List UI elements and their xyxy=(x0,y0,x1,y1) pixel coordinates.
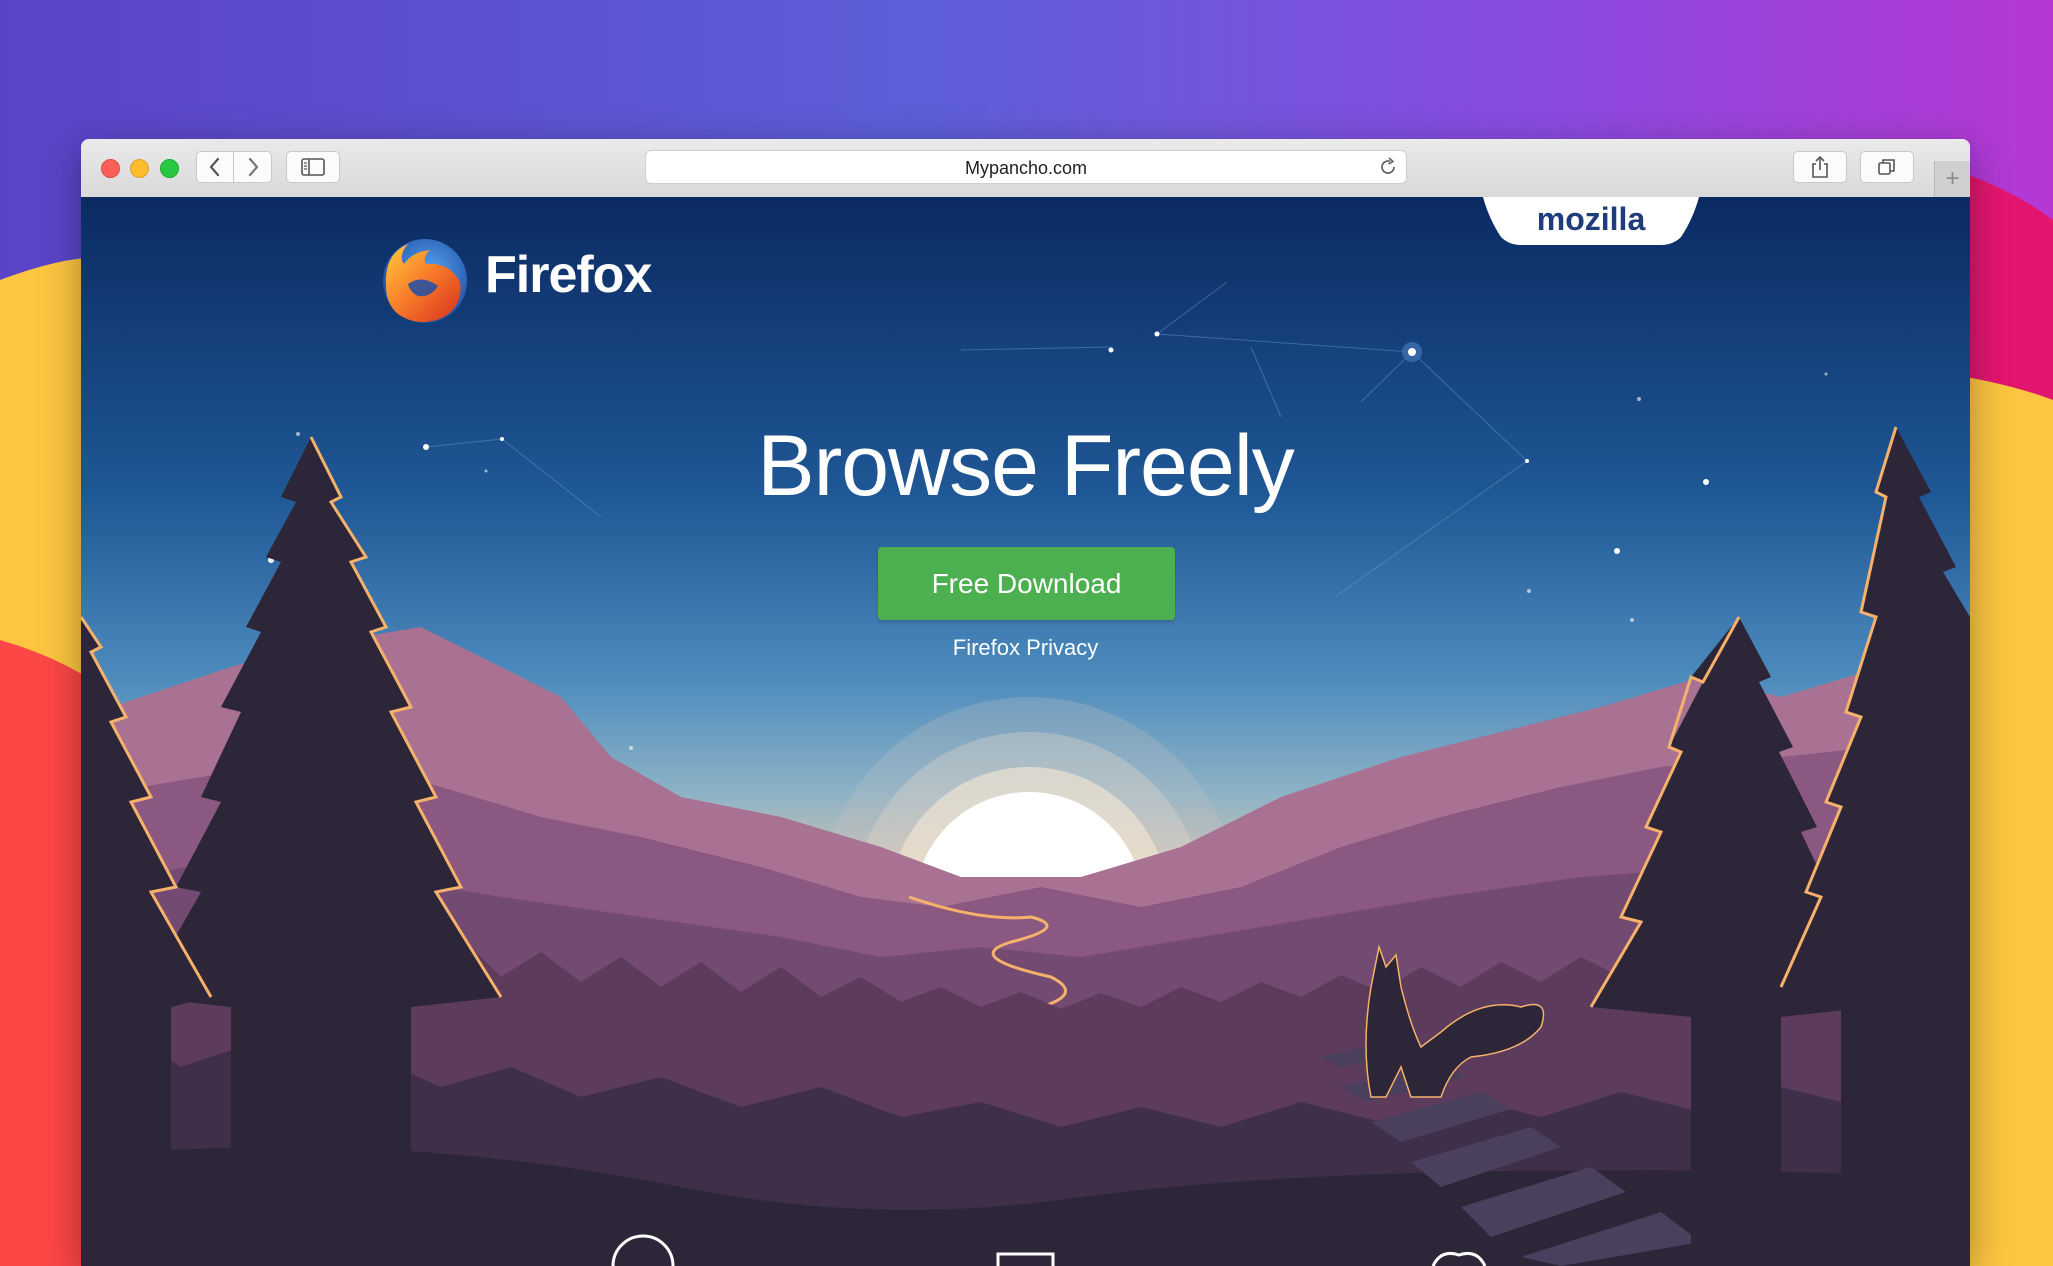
browser-window: Mypancho.com + mozilla Firefox Browse Fr… xyxy=(81,139,1970,1266)
address-bar-url[interactable]: Mypancho.com xyxy=(646,158,1406,179)
mozilla-tab[interactable]: mozilla xyxy=(1481,197,1701,241)
forward-button[interactable] xyxy=(234,151,272,183)
new-tab-button[interactable]: + xyxy=(1934,161,1970,197)
back-button[interactable] xyxy=(196,151,234,183)
reload-icon[interactable] xyxy=(1378,157,1398,177)
back-icon xyxy=(209,157,220,177)
browser-toolbar: Mypancho.com + xyxy=(81,139,1970,198)
free-download-button[interactable]: Free Download xyxy=(878,547,1175,620)
plus-icon: + xyxy=(1945,165,1960,192)
firefox-logo[interactable] xyxy=(378,234,472,328)
page-headline: Browse Freely xyxy=(757,418,1295,514)
sidebar-icon xyxy=(301,158,325,176)
hero-illustration xyxy=(81,197,1970,1266)
firefox-wordmark[interactable]: Firefox xyxy=(485,245,652,305)
tab-overview-button[interactable] xyxy=(1860,151,1914,183)
sidebar-toggle-button[interactable] xyxy=(286,151,340,183)
minimize-window-button[interactable] xyxy=(130,159,149,178)
web-page: mozilla Firefox Browse Freely Free Downl… xyxy=(81,197,1970,1266)
share-button[interactable] xyxy=(1793,151,1847,183)
share-icon xyxy=(1812,156,1828,178)
address-bar[interactable]: Mypancho.com xyxy=(645,150,1407,184)
forward-icon xyxy=(248,157,258,177)
firefox-privacy-link[interactable]: Firefox Privacy xyxy=(81,635,1970,661)
zoom-window-button[interactable] xyxy=(160,159,179,178)
tabs-overview-icon xyxy=(1878,159,1895,175)
close-window-button[interactable] xyxy=(101,159,120,178)
